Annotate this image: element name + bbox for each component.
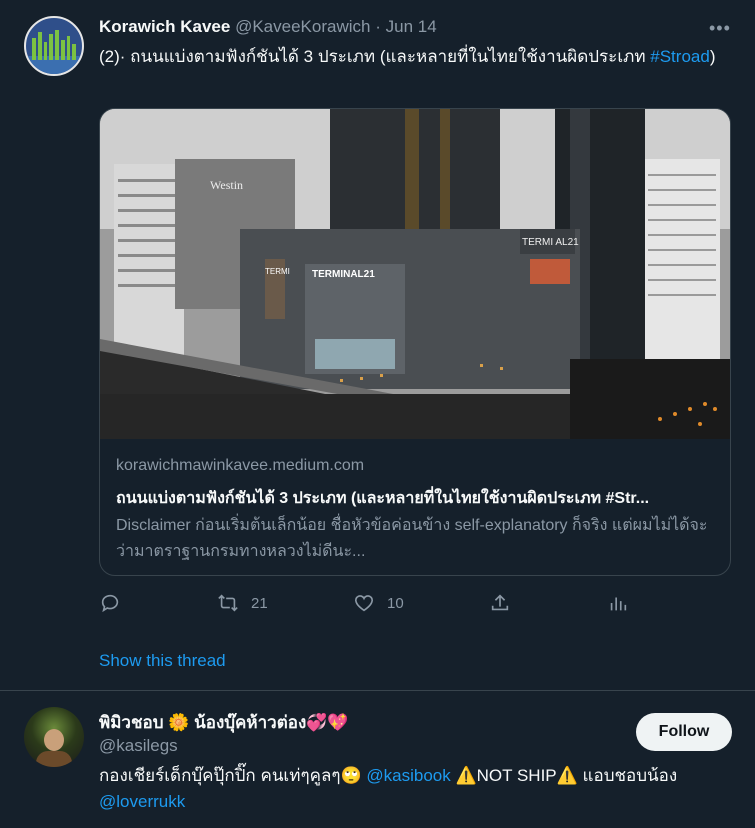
bio-text-middle: ⚠️NOT SHIP⚠️ แอบชอบน้อง bbox=[450, 766, 678, 785]
bio-mention-kasibook[interactable]: @kasibook bbox=[366, 766, 450, 785]
reply-button[interactable] bbox=[99, 592, 133, 614]
header-separator: · bbox=[375, 17, 381, 36]
hashtag-link[interactable]: #Stroad bbox=[650, 47, 710, 66]
suggested-user[interactable]: พิมิวชอบ 🌼 น้องบุ๊คห้าวต่อง💞💖 @kasilegs … bbox=[0, 691, 755, 828]
tweet-date[interactable]: Jun 14 bbox=[386, 17, 437, 36]
share-icon bbox=[491, 594, 509, 611]
card-image[interactable]: Westin TERMINAL21 TERMI TERMI AL21 bbox=[100, 109, 730, 439]
tweet-header: Korawich Kavee @KaveeKorawich · Jun 14 bbox=[99, 17, 437, 37]
tweet-text-end: ) bbox=[709, 47, 716, 66]
heart-icon bbox=[354, 595, 374, 612]
like-button[interactable]: 10 bbox=[353, 592, 404, 614]
tweet-text: (2)· ถนนแบ่งตามฟังก์ชันได้ 3 ประเภท (และ… bbox=[99, 44, 729, 70]
avatar-face-shape bbox=[44, 729, 64, 751]
show-thread-link[interactable]: Show this thread bbox=[99, 651, 226, 671]
avatar-bars-icon bbox=[32, 30, 76, 60]
more-horizontal-icon[interactable]: ••• bbox=[709, 18, 731, 39]
follow-button[interactable]: Follow bbox=[636, 713, 732, 751]
user-avatar[interactable] bbox=[24, 707, 84, 767]
share-button[interactable] bbox=[489, 592, 511, 614]
westin-signage: Westin bbox=[210, 178, 243, 192]
card-title[interactable]: ถนนแบ่งตามฟังก์ชันได้ 3 ประเภท (และหลายท… bbox=[116, 486, 716, 511]
card-description: Disclaimer ก่อนเริ่มต้นเล็กน้อย ชื่อหัวข… bbox=[116, 517, 708, 560]
retweet-button[interactable]: 21 bbox=[217, 592, 268, 614]
terminal-vertical-signage: TERMI bbox=[265, 267, 290, 276]
user-name[interactable]: พิมิวชอบ 🌼 น้องบุ๊คห้าวต่อง💞💖 bbox=[99, 709, 349, 736]
terminal21-signage: TERMINAL21 bbox=[312, 269, 375, 280]
user-bio: กองเชียร์เด็กบุ๊คปุ๊กปิ๊ก คนเท่ๆคูลๆ🙄 @k… bbox=[99, 763, 739, 815]
retweet-count: 21 bbox=[251, 594, 268, 612]
author-name[interactable]: Korawich Kavee bbox=[99, 17, 230, 36]
reply-icon bbox=[101, 594, 119, 613]
author-handle[interactable]: @KaveeKorawich bbox=[235, 17, 370, 36]
analytics-button[interactable] bbox=[607, 592, 629, 614]
analytics-icon bbox=[610, 597, 627, 611]
link-card[interactable]: Westin TERMINAL21 TERMI TERMI AL21 koraw… bbox=[99, 108, 731, 576]
tweet-actions: 21 10 bbox=[99, 592, 639, 616]
avatar-body-shape bbox=[36, 751, 72, 767]
author-avatar[interactable] bbox=[24, 16, 84, 76]
bio-mention-loverrukk[interactable]: @loverrukk bbox=[99, 792, 185, 811]
card-domain[interactable]: korawichmawinkavee.medium.com bbox=[116, 457, 364, 475]
like-count: 10 bbox=[387, 594, 404, 612]
bio-text: กองเชียร์เด็กบุ๊คปุ๊กปิ๊ก คนเท่ๆคูลๆ🙄 bbox=[99, 766, 367, 785]
user-handle[interactable]: @kasilegs bbox=[99, 736, 178, 756]
tweet[interactable]: Korawich Kavee @KaveeKorawich · Jun 14 •… bbox=[0, 0, 755, 690]
terminal21-right-signage: TERMI AL21 bbox=[522, 237, 579, 248]
retweet-icon bbox=[218, 594, 238, 612]
tweet-text-body: (2)· ถนนแบ่งตามฟังก์ชันได้ 3 ประเภท (และ… bbox=[99, 47, 651, 66]
